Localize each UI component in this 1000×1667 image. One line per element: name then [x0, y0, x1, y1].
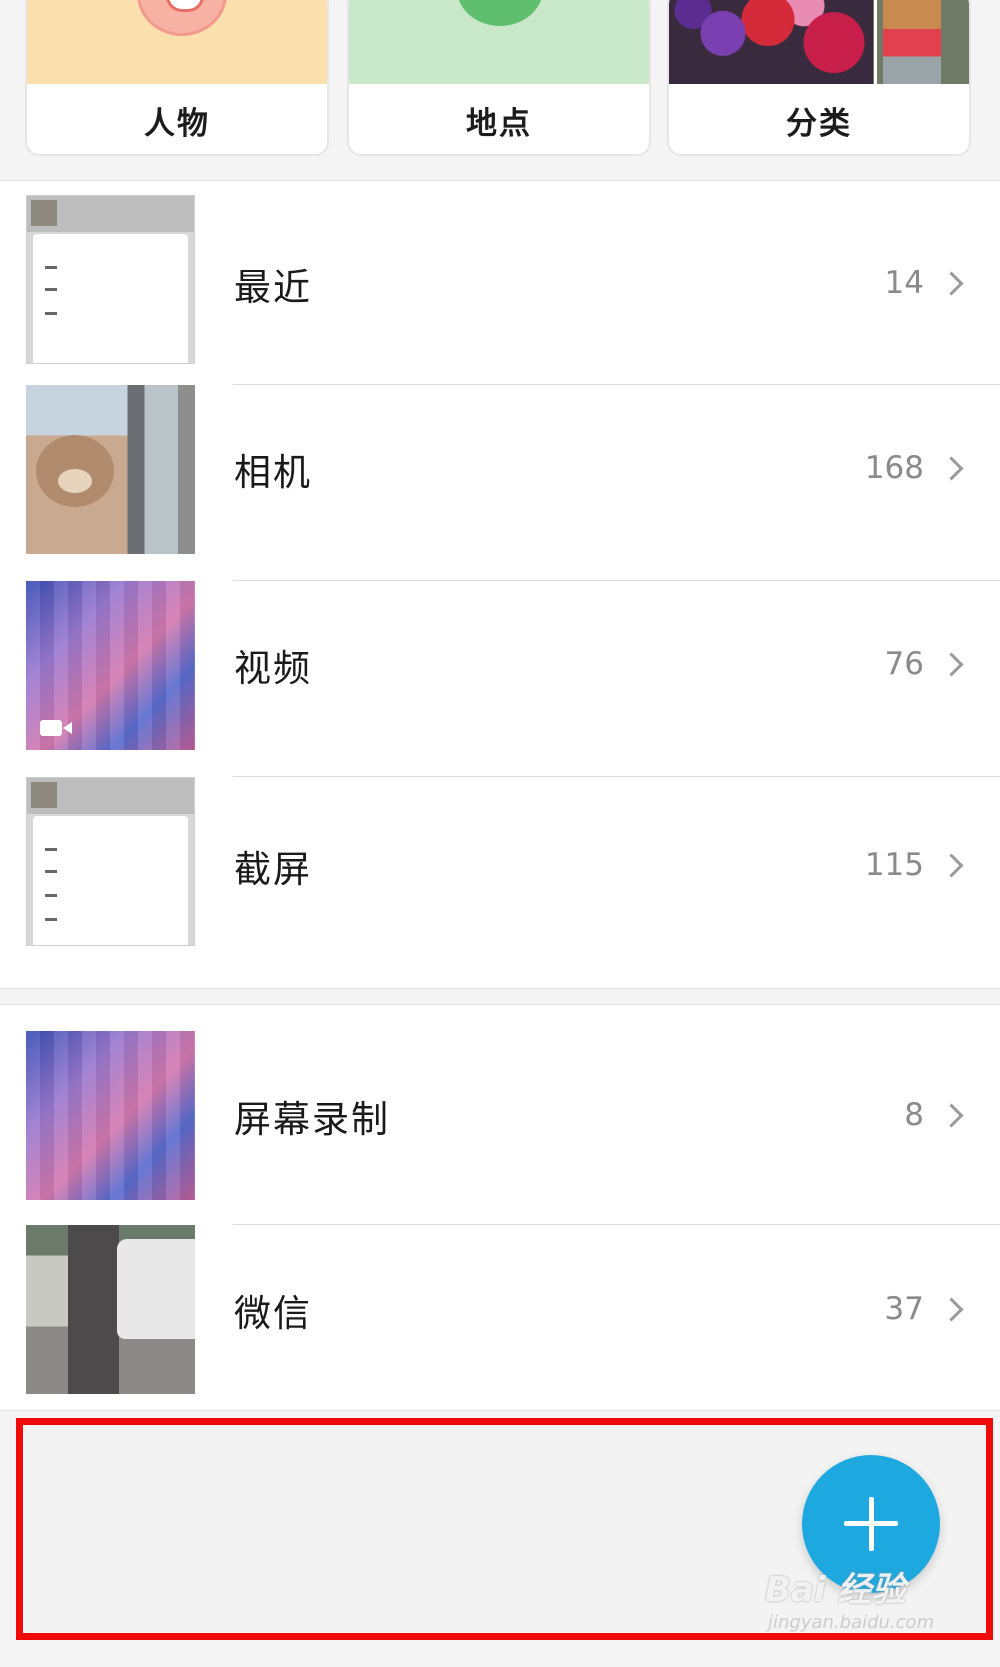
- album-title: 最近: [234, 266, 312, 309]
- watermark-brand: Bai 经验: [765, 1570, 906, 1610]
- album-thumbnail: [26, 195, 195, 364]
- album-count: 14: [884, 265, 924, 301]
- chevron-right-icon: [939, 456, 964, 481]
- chevron-right-icon: [939, 1103, 964, 1128]
- album-count: 168: [864, 450, 924, 486]
- category-cards: 人物 地点 分类: [0, 0, 1000, 180]
- album-count: 76: [884, 646, 924, 682]
- album-title: 视频: [234, 647, 312, 690]
- chevron-right-icon: [939, 853, 964, 878]
- category-card-people[interactable]: 人物: [25, 0, 329, 156]
- album-title: 微信: [234, 1292, 312, 1335]
- album-thumbnail: [26, 1225, 195, 1394]
- album-thumbnail: [26, 385, 195, 554]
- album-list-primary: 最近 14 相机 168 视频 76 截屏 115: [0, 180, 1000, 989]
- video-camera-icon: [40, 720, 72, 736]
- album-thumbnail: [26, 777, 195, 946]
- location-pin-icon: [457, 0, 543, 26]
- people-thumbnail: [27, 0, 327, 84]
- watermark-site: jingyan.baidu.com: [768, 1612, 935, 1633]
- album-count: 8: [904, 1097, 924, 1133]
- album-count: 37: [884, 1291, 924, 1327]
- album-row-video[interactable]: 视频 76: [0, 581, 1000, 777]
- album-row-wechat[interactable]: 微信 37: [0, 1225, 1000, 1405]
- classification-thumbnail: [669, 0, 969, 84]
- places-thumbnail: [349, 0, 649, 84]
- category-card-classification[interactable]: 分类: [667, 0, 971, 156]
- album-thumbnail: [26, 581, 195, 750]
- album-row-screen-recording[interactable]: 屏幕录制 8: [0, 1031, 1000, 1225]
- category-card-places[interactable]: 地点: [347, 0, 651, 156]
- album-title: 相机: [234, 451, 312, 494]
- album-row-screenshots[interactable]: 截屏 115: [0, 777, 1000, 982]
- album-count: 115: [864, 847, 924, 883]
- album-title: 屏幕录制: [234, 1098, 390, 1141]
- category-label-places: 地点: [466, 105, 532, 142]
- album-row-recent[interactable]: 最近 14: [0, 195, 1000, 385]
- person-face-icon: [137, 0, 227, 36]
- chevron-right-icon: [939, 1297, 964, 1322]
- album-list-secondary: 屏幕录制 8 微信 37: [0, 1004, 1000, 1411]
- chevron-right-icon: [939, 271, 964, 296]
- chevron-right-icon: [939, 652, 964, 677]
- album-thumbnail: [26, 1031, 195, 1200]
- category-label-people: 人物: [144, 105, 210, 142]
- category-label-classification: 分类: [786, 105, 852, 142]
- album-title: 截屏: [234, 848, 312, 891]
- album-row-camera[interactable]: 相机 168: [0, 385, 1000, 581]
